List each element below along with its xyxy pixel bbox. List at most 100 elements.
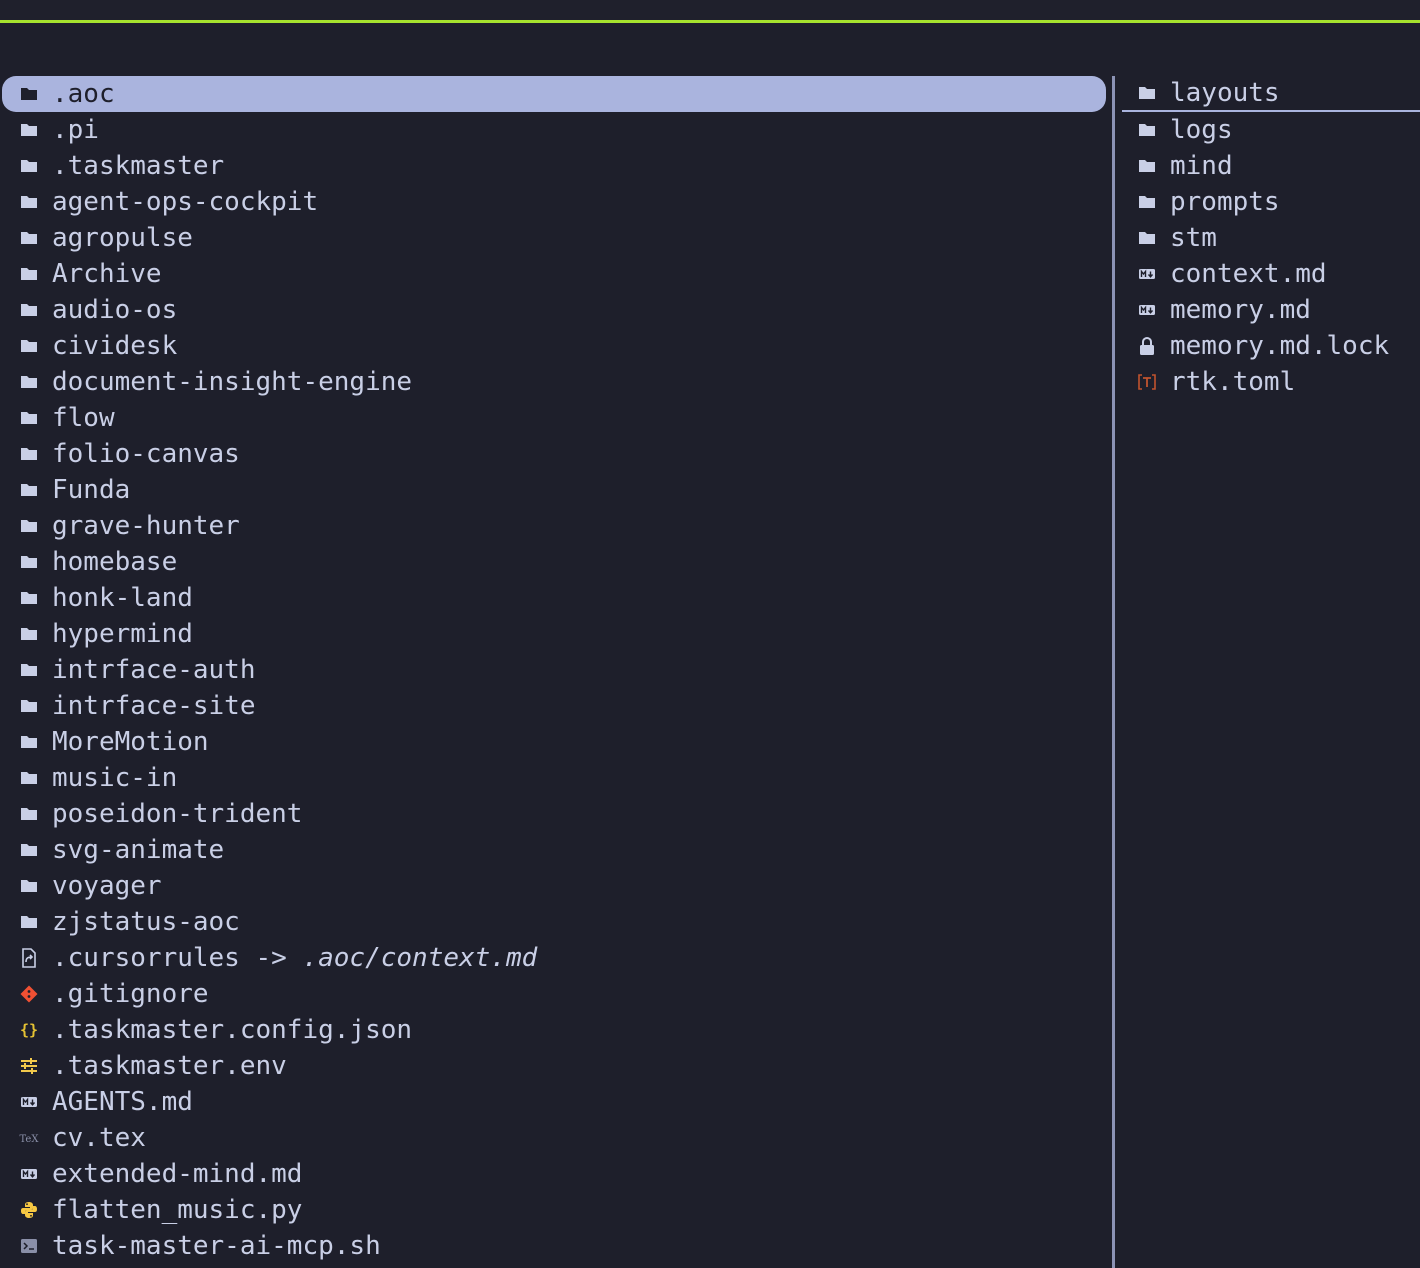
file-row[interactable]: grave-hunter	[2, 508, 1106, 544]
file-row[interactable]: svg-animate	[2, 832, 1106, 868]
file-row[interactable]: stm	[1122, 220, 1420, 256]
file-row[interactable]: .taskmaster	[2, 148, 1106, 184]
file-name: Archive	[52, 259, 162, 289]
folder-icon	[18, 371, 40, 393]
file-name: memory.md	[1170, 295, 1311, 325]
file-row[interactable]: {} .taskmaster.config.json	[2, 1012, 1106, 1048]
file-row[interactable]: .aoc	[2, 76, 1106, 112]
folder-icon	[18, 695, 40, 717]
file-row[interactable]: logs	[1122, 112, 1420, 148]
symlink-icon	[18, 947, 40, 969]
json-icon: {}	[18, 1019, 40, 1041]
file-row[interactable]: rtk.toml	[1122, 364, 1420, 400]
python-icon	[18, 1199, 40, 1221]
folder-icon	[18, 587, 40, 609]
file-name: document-insight-engine	[52, 367, 413, 397]
file-name: cv.tex	[52, 1123, 146, 1153]
file-row[interactable]: music-in	[2, 760, 1106, 796]
file-row[interactable]: .gitignore	[2, 976, 1106, 1012]
file-row[interactable]: audio-os	[2, 292, 1106, 328]
file-row[interactable]: .pi	[2, 112, 1106, 148]
file-name: task-master-ai-mcp.sh	[52, 1231, 381, 1261]
folder-icon	[18, 659, 40, 681]
file-name: .cursorrules	[52, 943, 240, 973]
file-row[interactable]: document-insight-engine	[2, 364, 1106, 400]
file-row[interactable]: layouts	[1122, 76, 1420, 112]
file-row[interactable]: cividesk	[2, 328, 1106, 364]
markdown-icon	[18, 1091, 40, 1113]
file-row[interactable]: poseidon-trident	[2, 796, 1106, 832]
folder-icon	[18, 479, 40, 501]
toml-icon	[1136, 371, 1158, 393]
file-row[interactable]: folio-canvas	[2, 436, 1106, 472]
file-row[interactable]: agropulse	[2, 220, 1106, 256]
file-row[interactable]: prompts	[1122, 184, 1420, 220]
file-name: .aoc	[52, 79, 115, 109]
symlink-target: .aoc/context.md	[302, 943, 538, 973]
file-row[interactable]: task-master-ai-mcp.sh	[2, 1228, 1106, 1264]
file-row[interactable]: extended-mind.md	[2, 1156, 1106, 1192]
file-row[interactable]: Funda	[2, 472, 1106, 508]
folder-icon	[18, 767, 40, 789]
file-row[interactable]: hypermind	[2, 616, 1106, 652]
file-name: intrface-site	[52, 691, 256, 721]
file-row[interactable]: flow	[2, 400, 1106, 436]
folder-icon	[1136, 191, 1158, 213]
folder-icon	[18, 911, 40, 933]
folder-icon	[18, 155, 40, 177]
file-row[interactable]: AGENTS.md	[2, 1084, 1106, 1120]
file-name: zjstatus-aoc	[52, 907, 240, 937]
folder-icon	[1136, 155, 1158, 177]
file-row[interactable]: agent-ops-cockpit	[2, 184, 1106, 220]
git-icon	[18, 983, 40, 1005]
tex-icon: TeX	[18, 1127, 40, 1149]
left-file-list-pane[interactable]: .aoc .pi .taskmaster agent-ops-cockpit agrop…	[0, 76, 1110, 1268]
folder-icon	[18, 299, 40, 321]
folder-icon	[18, 731, 40, 753]
file-row[interactable]: context.md	[1122, 256, 1420, 292]
file-name: grave-hunter	[52, 511, 240, 541]
folder-icon	[18, 803, 40, 825]
file-row[interactable]: memory.md.lock	[1122, 328, 1420, 364]
file-row[interactable]: TeX cv.tex	[2, 1120, 1106, 1156]
file-name: music-in	[52, 763, 178, 793]
file-name: audio-os	[52, 295, 178, 325]
folder-icon	[1136, 227, 1158, 249]
file-row[interactable]: honk-land	[2, 580, 1106, 616]
file-row[interactable]: mind	[1122, 148, 1420, 184]
file-name: flatten_music.py	[52, 1195, 303, 1225]
file-name: flow	[52, 403, 115, 433]
file-name: honk-land	[52, 583, 193, 613]
file-row[interactable]: intrface-auth	[2, 652, 1106, 688]
file-row[interactable]: voyager	[2, 868, 1106, 904]
file-name: mind	[1170, 151, 1233, 181]
file-row[interactable]: flatten_music.py	[2, 1192, 1106, 1228]
file-name: poseidon-trident	[52, 799, 303, 829]
file-row[interactable]: MoreMotion	[2, 724, 1106, 760]
file-name: agent-ops-cockpit	[52, 187, 319, 217]
file-name: hypermind	[52, 619, 193, 649]
file-name: agropulse	[52, 223, 193, 253]
file-row[interactable]: intrface-site	[2, 688, 1106, 724]
folder-icon	[18, 443, 40, 465]
file-row[interactable]: homebase	[2, 544, 1106, 580]
shell-icon	[18, 1235, 40, 1257]
file-row[interactable]: .taskmaster.env	[2, 1048, 1106, 1084]
file-name: MoreMotion	[52, 727, 209, 757]
file-name: stm	[1170, 223, 1217, 253]
file-row[interactable]: memory.md	[1122, 292, 1420, 328]
file-name: Funda	[52, 475, 131, 505]
file-name: memory.md.lock	[1170, 331, 1390, 361]
symlink-arrow: ->	[239, 943, 303, 973]
file-row[interactable]: .cursorrules -> .aoc/context.md	[2, 940, 1106, 976]
file-row[interactable]: Archive	[2, 256, 1106, 292]
right-file-list-pane[interactable]: layouts logs mind prompts stm context.md memor…	[1122, 76, 1420, 1268]
file-name: prompts	[1170, 187, 1280, 217]
env-icon	[18, 1055, 40, 1077]
top-status-bar	[0, 0, 1420, 23]
folder-icon	[1136, 82, 1158, 104]
folder-icon	[18, 119, 40, 141]
folder-icon	[18, 515, 40, 537]
file-row[interactable]: zjstatus-aoc	[2, 904, 1106, 940]
pane-divider[interactable]	[1112, 76, 1115, 1268]
